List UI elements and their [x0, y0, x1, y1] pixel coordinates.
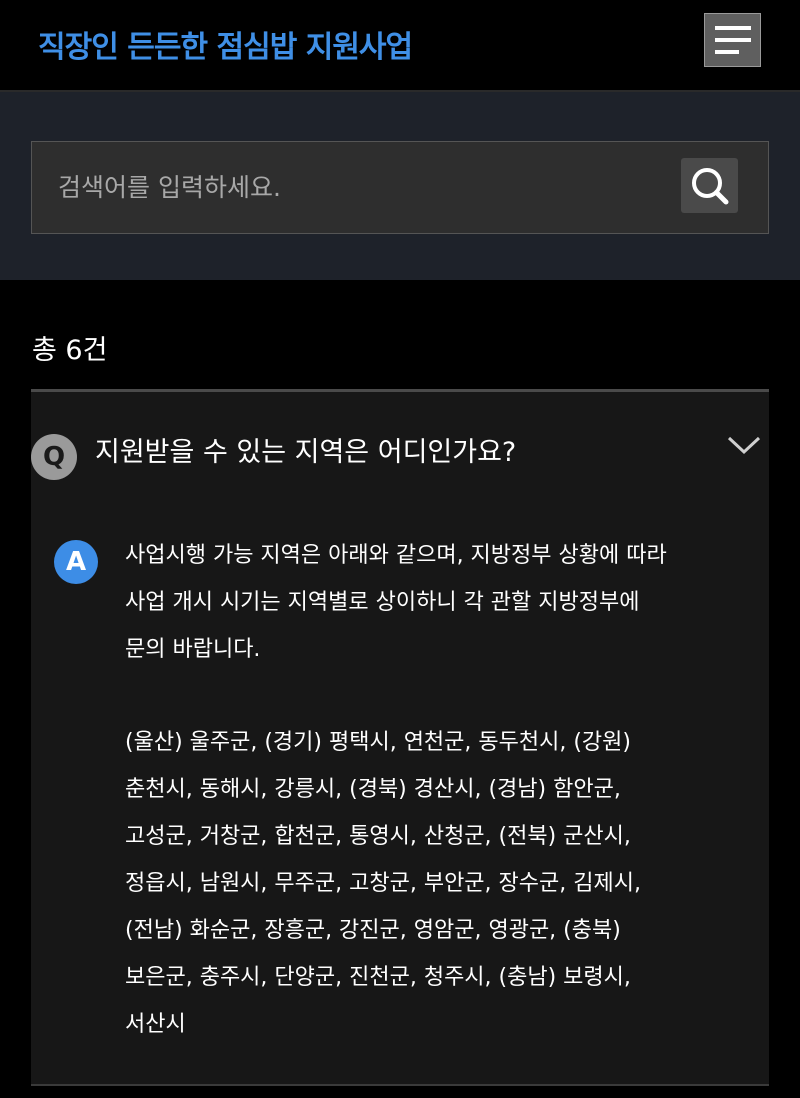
- hamburger-menu-icon: [715, 26, 751, 30]
- region-line: 정읍시, 남원시, 무주군, 고창군, 부안군, 장수군, 김제시,: [125, 871, 641, 896]
- faq-item: Q 지원받을 수 있는 지역은 어디인가요? A 사업시행 가능 지역은 아래와…: [31, 389, 769, 1086]
- region-line: (전남) 화순군, 장흥군, 강진군, 영암군, 영광군, (충북): [125, 918, 621, 943]
- search-section: [0, 92, 800, 280]
- question-badge: Q: [31, 434, 77, 480]
- faq-answer: 사업시행 가능 지역은 아래와 같으며, 지방정부 상황에 따라 사업 개시 시…: [125, 532, 765, 1048]
- answer-line: 사업 개시 시기는 지역별로 상이하니 각 관할 지방정부에: [125, 590, 640, 615]
- answer-line: 사업시행 가능 지역은 아래와 같으며, 지방정부 상황에 따라: [125, 543, 667, 568]
- search-input[interactable]: [32, 142, 672, 233]
- chevron-down-icon[interactable]: [727, 435, 761, 455]
- search-button[interactable]: [681, 158, 738, 213]
- hamburger-menu-icon-bar: [715, 38, 751, 42]
- region-line: 고성군, 거창군, 합천군, 통영시, 산청군, (전북) 군산시,: [125, 824, 631, 849]
- region-line: (울산) 울주군, (경기) 평택시, 연천군, 동두천시, (강원): [125, 730, 631, 755]
- site-title[interactable]: 직장인 든든한 점심밥 지원사업: [38, 22, 413, 66]
- region-line: 서산시: [125, 1012, 186, 1037]
- answer-line: 문의 바랍니다.: [125, 637, 261, 662]
- search-box: [31, 141, 769, 234]
- answer-badge: A: [54, 540, 98, 584]
- hamburger-menu-icon-bar: [715, 50, 739, 54]
- search-icon: [692, 168, 729, 205]
- hamburger-menu-button[interactable]: [704, 13, 761, 67]
- faq-question[interactable]: 지원받을 수 있는 지역은 어디인가요?: [95, 430, 516, 469]
- region-line: 보은군, 충주시, 단양군, 진천군, 청주시, (충남) 보령시,: [125, 965, 631, 990]
- result-count: 총 6건: [32, 335, 108, 366]
- answer-spacer: [125, 673, 765, 719]
- site-header: 직장인 든든한 점심밥 지원사업: [0, 0, 800, 92]
- region-line: 춘천시, 동해시, 강릉시, (경북) 경산시, (경남) 함안군,: [125, 777, 621, 802]
